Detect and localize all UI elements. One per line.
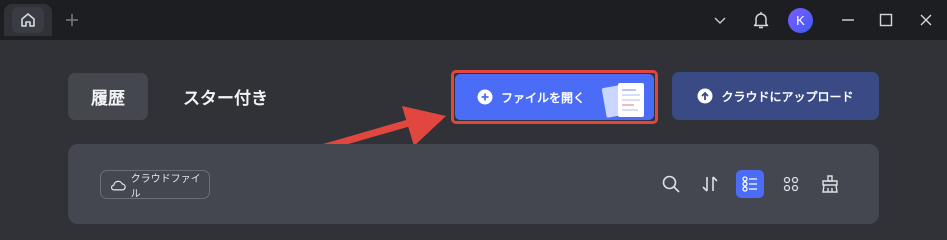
plus-circle-icon (477, 89, 493, 105)
sort-button[interactable] (696, 170, 724, 198)
tab-history[interactable]: 履歴 (68, 73, 148, 120)
grid-view-icon (783, 176, 799, 192)
grid-view-button[interactable] (777, 170, 805, 198)
close-icon (920, 14, 932, 26)
avatar[interactable]: K (788, 8, 813, 33)
upload-icon (697, 88, 713, 104)
minimize-button[interactable] (836, 8, 860, 32)
cloud-file-label: クラウドファイル (130, 173, 201, 200)
upload-cloud-button[interactable]: クラウドにアップロード (672, 72, 879, 120)
sort-icon (702, 176, 718, 192)
list-view-button[interactable] (736, 170, 764, 198)
home-icon (21, 13, 35, 27)
close-button[interactable] (914, 8, 938, 32)
open-file-label: ファイルを開く (501, 90, 586, 105)
cloud-file-button[interactable]: クラウドファイル (100, 170, 210, 200)
open-file-button[interactable]: ファイルを開く (455, 74, 654, 120)
notification-button[interactable] (749, 8, 773, 32)
cloud-icon (110, 180, 126, 190)
search-icon (662, 175, 680, 193)
maximize-icon (879, 13, 893, 27)
home-tab[interactable] (4, 4, 52, 36)
title-bar: K (0, 0, 947, 40)
minimize-icon (842, 19, 854, 21)
upload-cloud-label: クラウドにアップロード (721, 89, 854, 104)
bell-icon (753, 12, 769, 29)
documents-icon (601, 83, 644, 118)
plus-icon (66, 14, 78, 26)
clean-icon (822, 175, 838, 193)
tab-starred[interactable]: スター付き (168, 73, 283, 120)
new-tab-button[interactable] (62, 10, 82, 30)
dropdown-button[interactable] (708, 8, 732, 32)
clean-button[interactable] (816, 170, 844, 198)
chevron-down-icon (714, 17, 726, 24)
search-button[interactable] (657, 170, 685, 198)
list-view-icon (742, 176, 757, 192)
maximize-button[interactable] (874, 8, 898, 32)
